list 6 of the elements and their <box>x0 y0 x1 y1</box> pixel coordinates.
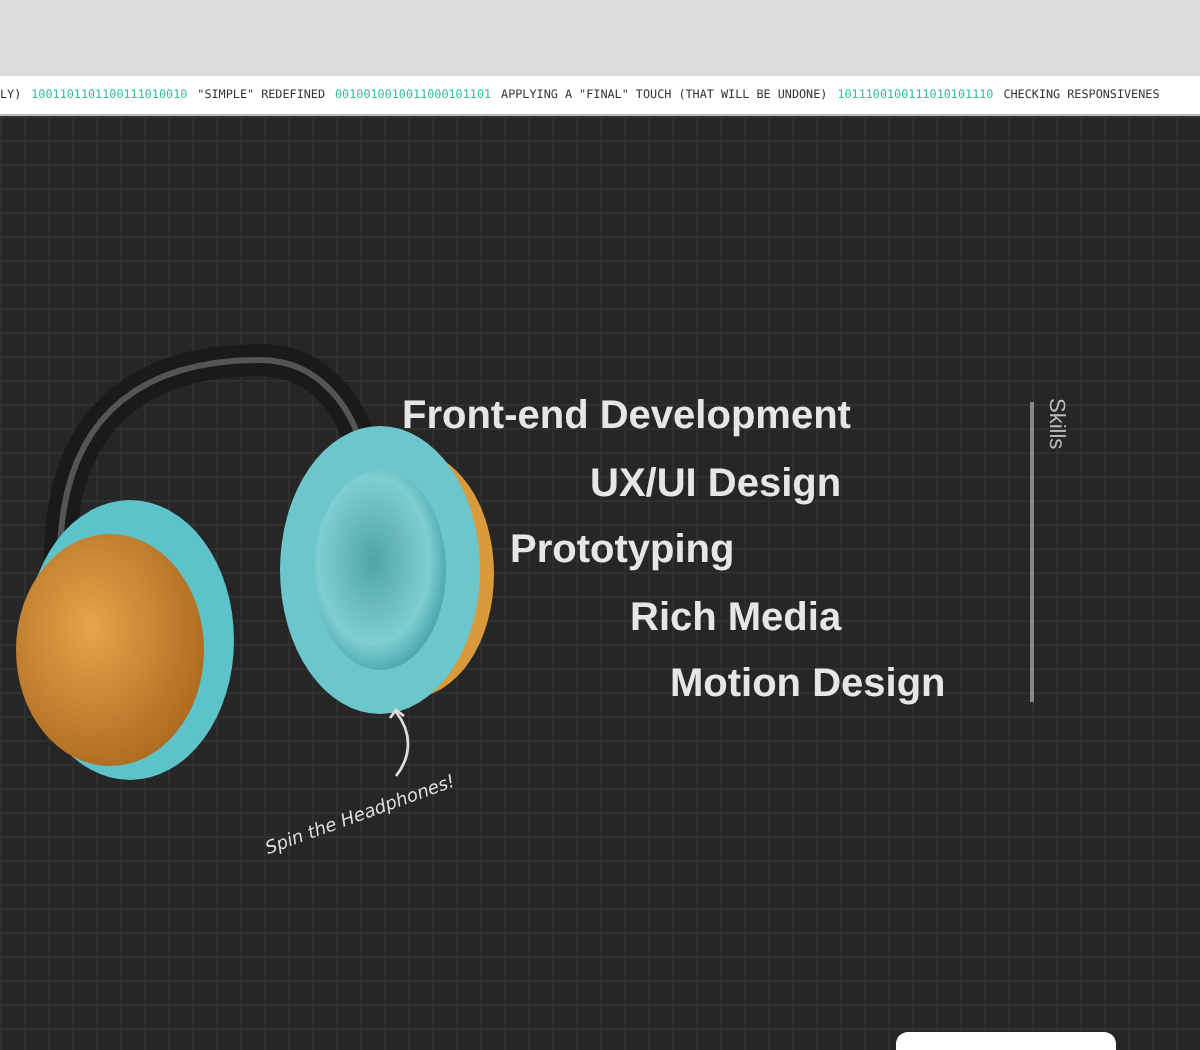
skill-item: Motion Design <box>670 660 946 710</box>
skill-item: Front-end Development <box>402 392 853 442</box>
skill-item: Prototyping <box>510 526 737 576</box>
skill-item: UX/UI Design <box>590 459 844 509</box>
skill-item: Rich Media <box>630 593 844 643</box>
skills-heading: Skills <box>1044 398 1068 450</box>
